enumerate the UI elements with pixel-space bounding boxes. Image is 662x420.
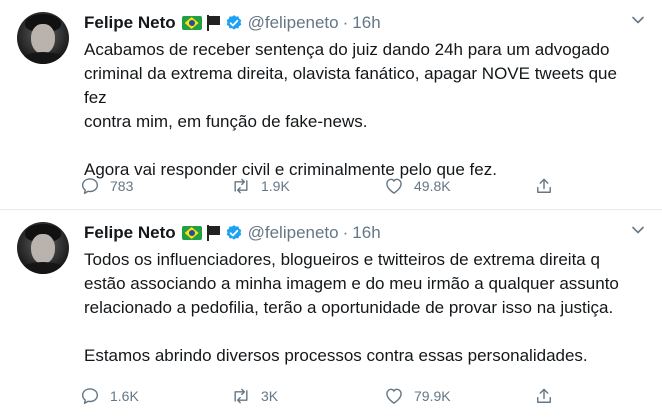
author-name[interactable]: Felipe Neto [84, 223, 176, 243]
retweet-button[interactable]: 3K [231, 382, 278, 410]
share-button[interactable] [534, 382, 554, 410]
verified-badge-icon [226, 15, 241, 30]
speech-bubble-icon [81, 178, 99, 195]
retweet-arrows-icon [234, 388, 248, 404]
heart-icon [386, 178, 402, 194]
like-button[interactable]: 79.9K [384, 382, 451, 410]
tweet-timestamp[interactable]: 16h [352, 223, 380, 243]
speech-bubble-icon [81, 388, 99, 405]
heart-icon [386, 388, 402, 404]
reply-button[interactable]: 1.6K [80, 382, 139, 410]
author-name[interactable]: Felipe Neto [84, 13, 176, 33]
retweet-arrows-icon [234, 178, 248, 194]
reply-count: 1.6K [110, 388, 139, 404]
tweet-header: Felipe Neto @felipeneto · 16h [84, 222, 381, 244]
tweet[interactable]: Felipe Neto @felipeneto · 16h Acabamos d… [0, 0, 662, 210]
tweet-actions: 783 1.9K 49.8K [80, 172, 560, 200]
tweet-text: Acabamos de receber sentença do juiz dan… [84, 40, 617, 179]
tweet[interactable]: Felipe Neto @felipeneto · 16h Todos os i… [0, 210, 662, 420]
retweet-count: 3K [261, 388, 279, 404]
reply-button[interactable]: 783 [80, 172, 133, 200]
tweet-timestamp[interactable]: 16h [352, 13, 380, 33]
retweet-button[interactable]: 1.9K [231, 172, 290, 200]
reply-count: 783 [110, 178, 134, 194]
separator-dot: · [342, 13, 349, 32]
brazil-flag-icon [181, 16, 202, 30]
chevron-down-icon[interactable] [632, 226, 644, 234]
upload-arrow-icon [537, 388, 551, 403]
tweet-feed: Felipe Neto @felipeneto · 16h Acabamos d… [0, 0, 662, 420]
like-count: 79.9K [414, 388, 451, 404]
avatar[interactable] [17, 222, 69, 274]
chevron-down-icon[interactable] [632, 16, 644, 24]
avatar-face [31, 24, 55, 54]
like-count: 49.8K [414, 178, 451, 194]
upload-arrow-icon [537, 178, 551, 193]
brazil-flag-icon [181, 226, 202, 240]
tweet-actions: 1.6K 3K 79.9K [80, 382, 560, 410]
avatar-shoulders [19, 52, 67, 64]
avatar-face [31, 234, 55, 264]
verified-badge-icon [226, 225, 241, 240]
black-flag-icon [206, 225, 220, 241]
separator-dot: · [342, 223, 349, 242]
black-flag-icon [206, 15, 220, 31]
author-handle[interactable]: @felipeneto [248, 223, 339, 243]
tweet-text: Todos os influenciadores, blogueiros e t… [84, 250, 619, 365]
avatar-shoulders [19, 262, 67, 274]
avatar[interactable] [17, 12, 69, 64]
author-handle[interactable]: @felipeneto [248, 13, 339, 33]
share-button[interactable] [534, 172, 554, 200]
retweet-count: 1.9K [261, 178, 290, 194]
like-button[interactable]: 49.8K [384, 172, 451, 200]
tweet-header: Felipe Neto @felipeneto · 16h [84, 12, 381, 34]
